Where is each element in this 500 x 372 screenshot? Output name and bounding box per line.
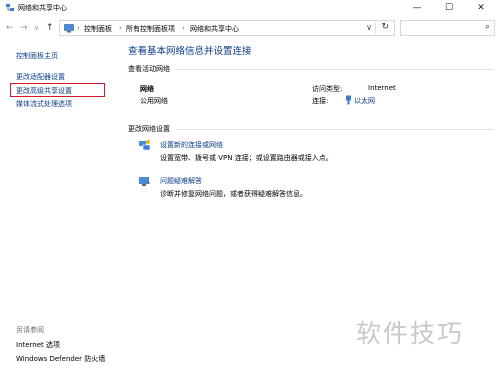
- troubleshoot-link[interactable]: 问题疑难解答: [160, 176, 202, 186]
- setup-connection-link[interactable]: 设置新的连接或网络: [160, 140, 223, 150]
- see-also-header: 另请参阅: [16, 326, 44, 334]
- ethernet-icon: [346, 95, 351, 105]
- breadcrumb-separator: ›: [77, 24, 80, 32]
- address-divider: [375, 22, 376, 34]
- network-name: 网络: [140, 85, 154, 93]
- network-setup-icon: [139, 140, 151, 151]
- troubleshoot-desc: 诊断并修复网络问题，或者获得疑难解答信息。: [160, 190, 307, 198]
- connections-label: 连接:: [312, 97, 329, 105]
- network-center-icon: [6, 4, 14, 11]
- forward-arrow-icon[interactable]: →: [20, 23, 28, 33]
- network-type[interactable]: 公用网络: [140, 96, 168, 106]
- change-settings-header: 更改网络设置: [128, 125, 170, 133]
- title-bar: 网络和共享中心 — ☐ ✕: [0, 0, 500, 16]
- breadcrumb-network-center[interactable]: 网络和共享中心: [190, 24, 239, 34]
- breadcrumb-separator: ›: [182, 24, 185, 32]
- troubleshoot-icon: [139, 177, 150, 186]
- active-networks-header: 查看活动网络: [128, 65, 170, 73]
- address-bar[interactable]: › 控制面板 › 所有控制面板项 › 网络和共享中心 ∨ ↻: [59, 20, 395, 36]
- window-title: 网络和共享中心: [18, 4, 67, 12]
- breadcrumb-control-panel[interactable]: 控制面板: [84, 24, 112, 34]
- sidebar-item-control-panel-home[interactable]: 控制面板主页: [16, 51, 58, 61]
- access-type-label: 访问类型:: [312, 85, 343, 93]
- highlight-box: [10, 83, 105, 97]
- see-also-internet-options[interactable]: Internet 选项: [16, 340, 60, 350]
- search-input[interactable]: ⌕: [400, 20, 495, 36]
- page-title: 查看基本网络信息并设置连接: [128, 46, 252, 57]
- refresh-icon[interactable]: ↻: [381, 22, 389, 32]
- navigation-bar: ← → ∨ ↑ › 控制面板 › 所有控制面板项 › 网络和共享中心 ∨ ↻ ⌕: [0, 18, 500, 40]
- address-dropdown-icon[interactable]: ∨: [366, 23, 372, 32]
- setup-connection-desc: 设置宽带、拨号或 VPN 连接；或设置路由器或接入点。: [160, 154, 333, 162]
- sidebar-item-adapter-settings[interactable]: 更改适配器设置: [16, 72, 65, 82]
- access-type-value: Internet: [368, 84, 396, 92]
- breadcrumb-separator: ›: [119, 24, 122, 32]
- up-arrow-icon[interactable]: ↑: [46, 23, 54, 33]
- search-icon[interactable]: ⌕: [485, 22, 490, 32]
- watermark: 软件技巧: [356, 319, 465, 348]
- section-divider: [176, 129, 494, 130]
- minimize-button[interactable]: —: [402, 0, 432, 16]
- close-button[interactable]: ✕: [466, 0, 496, 16]
- maximize-button[interactable]: ☐: [434, 0, 464, 16]
- recent-locations-icon[interactable]: ∨: [34, 24, 39, 32]
- sidebar-item-media-streaming[interactable]: 媒体流式处理选项: [16, 99, 72, 109]
- see-also-windows-firewall[interactable]: Windows Defender 防火墙: [16, 354, 105, 364]
- ethernet-link[interactable]: 以太网: [354, 96, 375, 106]
- control-panel-icon: [64, 24, 74, 33]
- breadcrumb-all-items[interactable]: 所有控制面板项: [126, 24, 175, 34]
- back-arrow-icon[interactable]: ←: [6, 23, 14, 33]
- section-divider: [176, 69, 494, 70]
